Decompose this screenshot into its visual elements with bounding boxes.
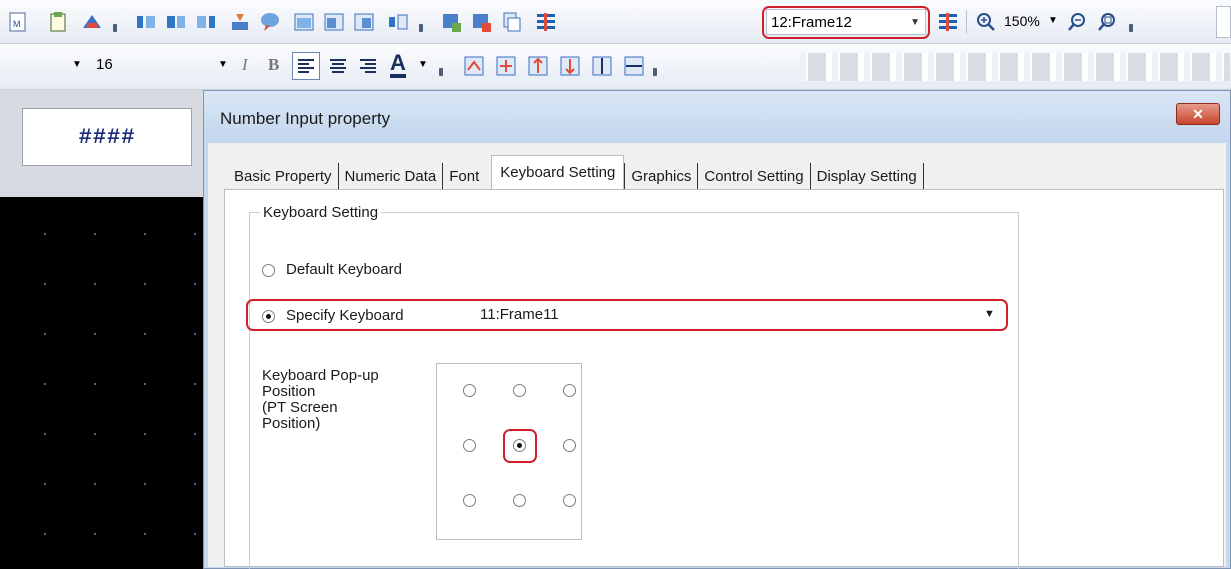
dialog-title: Number Input property bbox=[220, 109, 391, 128]
toolbar-grip[interactable] bbox=[652, 52, 658, 80]
window-icon-2[interactable] bbox=[320, 8, 348, 36]
toolbar-grip[interactable] bbox=[1128, 8, 1134, 36]
format-toolbar: ▼ 16 ▼ I B A ▼ bbox=[0, 44, 1231, 90]
highlight-frame-select bbox=[762, 6, 930, 39]
text-color-dropdown-icon[interactable]: ▼ bbox=[418, 59, 428, 70]
position-top-right-radio[interactable] bbox=[563, 384, 576, 397]
align-right-icon[interactable] bbox=[192, 8, 220, 36]
tab-control-setting[interactable]: Control Setting bbox=[698, 163, 811, 189]
dialog-body: Basic Property Numeric Data Font Keyboar… bbox=[208, 143, 1226, 569]
fill-pattern-palette[interactable] bbox=[800, 53, 1230, 81]
position-bottom-left-radio[interactable] bbox=[463, 494, 476, 507]
screen-icon[interactable] bbox=[78, 8, 106, 36]
arrange-icon-1[interactable] bbox=[460, 52, 488, 80]
canvas-area[interactable] bbox=[0, 197, 203, 569]
arrange-icon-3[interactable] bbox=[524, 52, 552, 80]
zoom-in-icon[interactable] bbox=[972, 8, 1000, 36]
popup-position-label-2: Position bbox=[262, 383, 316, 400]
tab-content: Keyboard Setting Default Keyboard Specif… bbox=[224, 189, 1224, 569]
toolbar-grip[interactable] bbox=[112, 8, 118, 36]
highlight-center-position bbox=[503, 429, 537, 463]
popup-position-label-1: Keyboard Pop-up bbox=[262, 367, 379, 384]
tab-keyboard-setting[interactable]: Keyboard Setting bbox=[491, 155, 625, 189]
align-left-icon[interactable] bbox=[132, 8, 160, 36]
tab-basic-property[interactable]: Basic Property bbox=[228, 163, 339, 189]
add-screen-icon[interactable] bbox=[438, 8, 466, 36]
new-project-icon[interactable]: M bbox=[4, 8, 32, 36]
tab-graphics[interactable]: Graphics bbox=[624, 163, 699, 189]
toolbar-grip[interactable] bbox=[438, 52, 444, 80]
popup-position-label-3: (PT Screen bbox=[262, 399, 338, 416]
zoom-out-icon[interactable] bbox=[1064, 8, 1092, 36]
tab-font[interactable]: Font bbox=[443, 163, 485, 189]
arrange-icon-6[interactable] bbox=[620, 52, 648, 80]
font-size-dropdown-icon[interactable]: ▼ bbox=[72, 59, 82, 70]
ruler-icon[interactable] bbox=[384, 8, 412, 36]
arrange-icon-5[interactable] bbox=[588, 52, 616, 80]
window-icon-3[interactable] bbox=[350, 8, 378, 36]
position-bottom-right-radio[interactable] bbox=[563, 494, 576, 507]
close-button[interactable]: ✕ bbox=[1176, 103, 1220, 125]
position-top-left-radio[interactable] bbox=[463, 384, 476, 397]
dialog-titlebar[interactable]: Number Input property ✕ bbox=[204, 91, 1230, 143]
align-text-right-icon[interactable] bbox=[354, 52, 382, 80]
align-text-left-icon[interactable] bbox=[292, 52, 320, 80]
separator bbox=[966, 10, 967, 34]
position-middle-left-radio[interactable] bbox=[463, 439, 476, 452]
position-top-center-radio[interactable] bbox=[513, 384, 526, 397]
frame-list-icon[interactable] bbox=[532, 8, 560, 36]
delete-screen-icon[interactable] bbox=[468, 8, 496, 36]
default-keyboard-label: Default Keyboard bbox=[286, 261, 402, 278]
font-size-value[interactable]: 16 bbox=[96, 56, 113, 73]
copy-screen-icon[interactable] bbox=[498, 8, 526, 36]
zoom-fit-icon[interactable] bbox=[1094, 8, 1122, 36]
toolbar-grip[interactable] bbox=[418, 8, 424, 36]
tab-strip: Basic Property Numeric Data Font Keyboar… bbox=[228, 153, 924, 189]
text-color-button[interactable]: A bbox=[390, 52, 406, 78]
align-center-icon[interactable] bbox=[162, 8, 190, 36]
bold-button[interactable]: B bbox=[268, 55, 279, 75]
position-bottom-center-radio[interactable] bbox=[513, 494, 526, 507]
arrange-icon-4[interactable] bbox=[556, 52, 584, 80]
transfer-icon[interactable] bbox=[226, 8, 254, 36]
frame-list-icon-2[interactable] bbox=[934, 8, 962, 36]
document-icon[interactable] bbox=[44, 8, 72, 36]
align-text-center-icon[interactable] bbox=[324, 52, 352, 80]
arrange-icon-2[interactable] bbox=[492, 52, 520, 80]
italic-button[interactable]: I bbox=[242, 55, 248, 75]
tab-display-setting[interactable]: Display Setting bbox=[811, 163, 924, 189]
font-dropdown-icon[interactable]: ▼ bbox=[218, 59, 228, 70]
position-middle-right-radio[interactable] bbox=[563, 439, 576, 452]
number-input-object[interactable]: #### bbox=[22, 108, 192, 166]
highlight-specify-keyboard bbox=[246, 299, 1008, 331]
zoom-value[interactable]: 150% bbox=[1004, 13, 1040, 29]
tab-numeric-data[interactable]: Numeric Data bbox=[339, 163, 444, 189]
screen-canvas-panel: #### bbox=[0, 90, 203, 569]
keyboard-setting-group: Keyboard Setting Default Keyboard Specif… bbox=[249, 204, 1019, 569]
window-icon-1[interactable] bbox=[290, 8, 318, 36]
group-title: Keyboard Setting bbox=[260, 204, 382, 221]
popup-position-grid bbox=[436, 363, 582, 540]
toolbar-overflow[interactable] bbox=[1216, 6, 1231, 38]
svg-text:M: M bbox=[13, 19, 21, 29]
comment-icon[interactable] bbox=[256, 8, 284, 36]
zoom-dropdown-icon[interactable]: ▼ bbox=[1048, 15, 1058, 26]
default-keyboard-radio[interactable] bbox=[262, 264, 275, 277]
popup-position-label-4: Position) bbox=[262, 415, 321, 432]
main-toolbar: M 12:Frame12 ▼ 150% ▼ bbox=[0, 0, 1231, 44]
